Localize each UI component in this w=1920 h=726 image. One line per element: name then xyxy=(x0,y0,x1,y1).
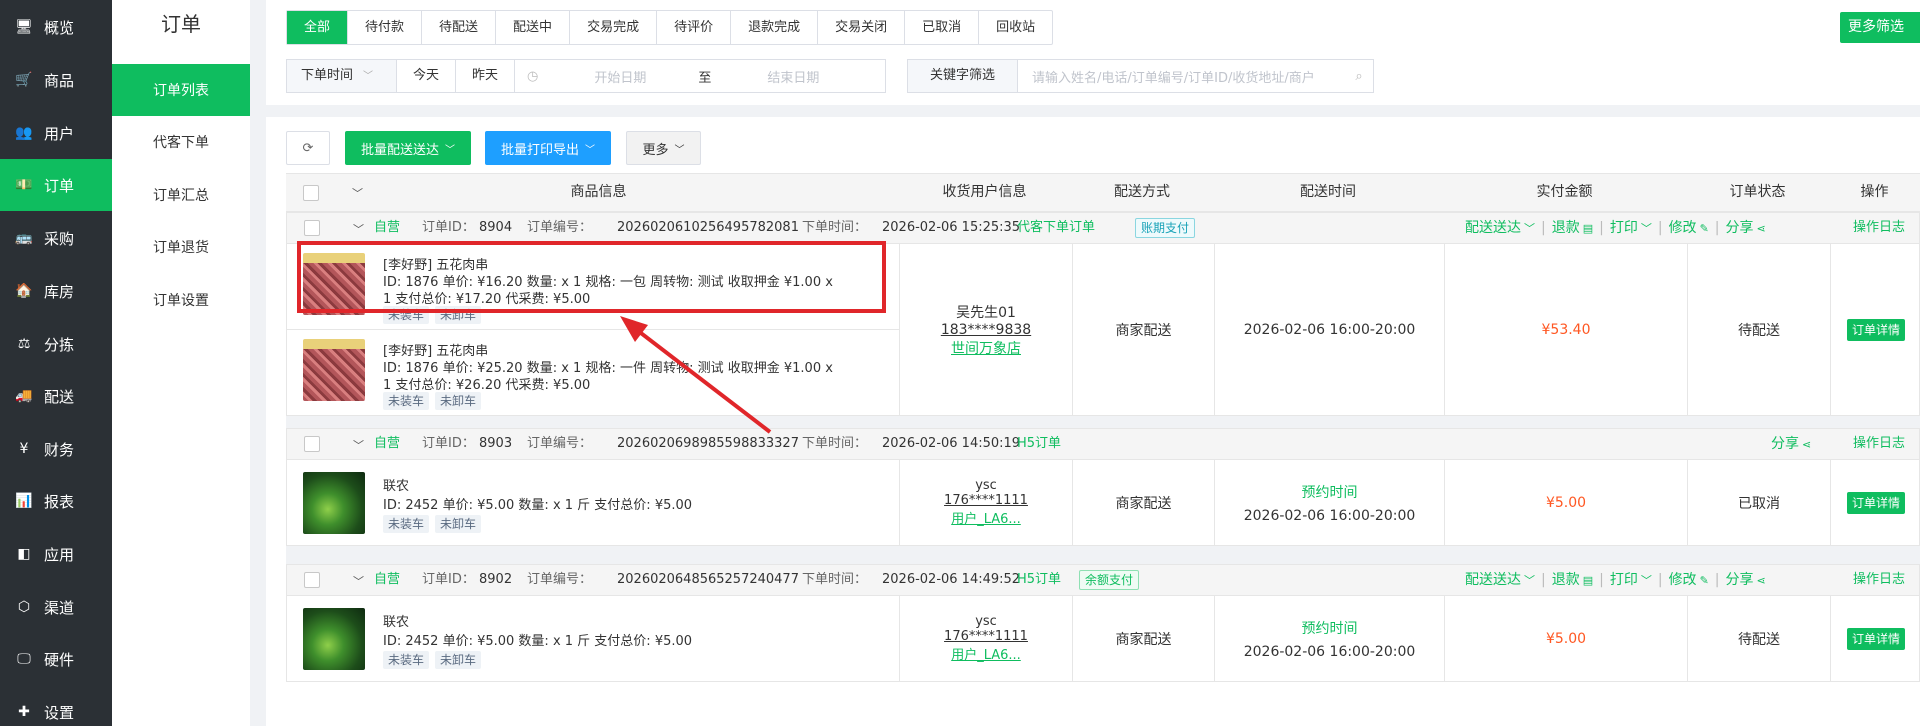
annotation-arrow xyxy=(620,316,772,434)
